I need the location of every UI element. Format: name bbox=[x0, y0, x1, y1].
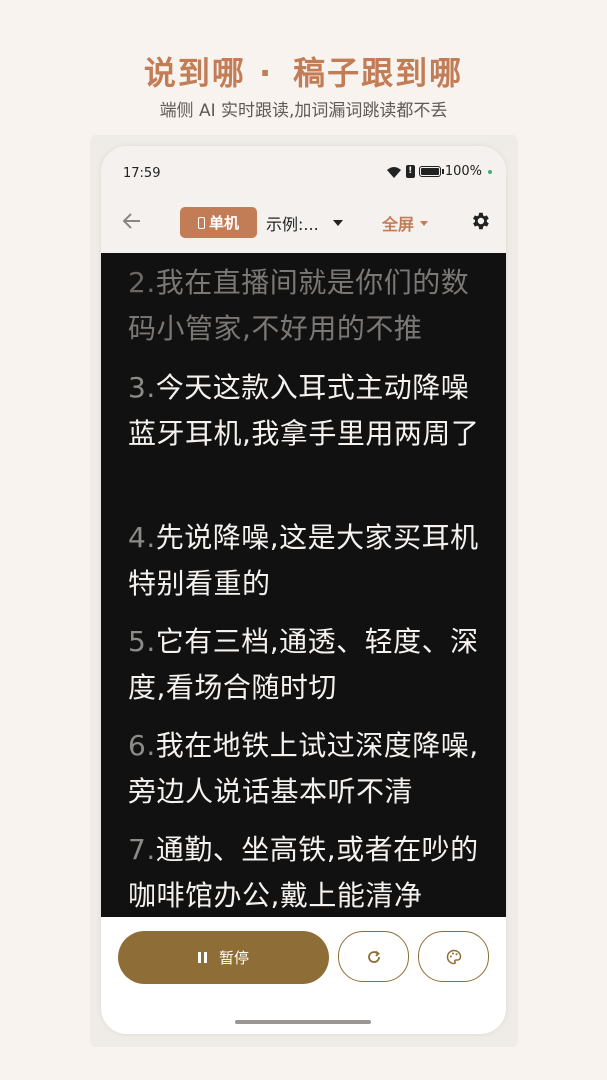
paragraph-7: 7.通勤、坐高铁,或者在吵的咖啡馆办公,戴上能清净 bbox=[128, 827, 488, 917]
paragraph-text: 它有三档,通透、轻度、深度,看场合随时切 bbox=[128, 625, 479, 704]
mode-label: 单机 bbox=[208, 214, 239, 232]
mode-button[interactable]: 单机 bbox=[180, 207, 257, 238]
paragraph-6: 6.我在地铁上试过深度降噪,旁边人说话基本听不清 bbox=[128, 723, 488, 815]
paragraph-4: 4.先说降噪,这是大家买耳机特别看重的 bbox=[128, 515, 488, 607]
control-bar: 暂停 bbox=[101, 917, 506, 1034]
battery-level: 100% bbox=[444, 164, 482, 179]
wifi-icon bbox=[386, 166, 401, 178]
refresh-icon bbox=[367, 950, 380, 963]
chevron-down-icon bbox=[332, 220, 343, 226]
fullscreen-dropdown[interactable]: 全屏 bbox=[382, 210, 429, 236]
paragraph-number: 3. bbox=[128, 371, 156, 404]
phone-icon bbox=[197, 216, 205, 229]
palette-icon bbox=[446, 949, 461, 964]
battery-icon bbox=[418, 166, 444, 177]
chevron-down-icon bbox=[420, 220, 429, 226]
phone-screen: 17:59 ! 100% 单机 示例:... 全屏 2.我在直播间就是你们的数码… bbox=[101, 146, 506, 1034]
paragraph-text: 我在地铁上试过深度降噪,旁边人说话基本听不清 bbox=[128, 729, 479, 808]
gear-icon[interactable] bbox=[469, 210, 491, 232]
status-icons: ! 100% bbox=[386, 164, 492, 179]
promo-headline: 说到哪 · 稿子跟到哪 bbox=[0, 48, 607, 94]
teleprompter-view[interactable]: 2.我在直播间就是你们的数码小管家,不好用的不推 3.今天这款入耳式主动降噪蓝牙… bbox=[101, 253, 506, 917]
paragraph-number: 6. bbox=[128, 729, 156, 762]
headline-part-1: 说到哪 · bbox=[143, 54, 274, 92]
theme-button[interactable] bbox=[418, 931, 489, 982]
status-bar: 17:59 ! 100% bbox=[101, 146, 506, 196]
fullscreen-label: 全屏 bbox=[382, 215, 415, 234]
home-indicator bbox=[235, 1020, 371, 1024]
pause-label: 暂停 bbox=[218, 949, 249, 967]
paragraph-5: 5.它有三档,通透、轻度、深度,看场合随时切 bbox=[128, 619, 488, 711]
paragraph-number: 7. bbox=[128, 833, 156, 866]
paragraph-3: 3.今天这款入耳式主动降噪蓝牙耳机,我拿手里用两周了 bbox=[128, 365, 488, 457]
pause-button[interactable]: 暂停 bbox=[118, 931, 329, 984]
promo-subline: 端侧 AI 实时跟读,加词漏词跳读都不丢 bbox=[159, 101, 448, 121]
headline-part-2: 稿子跟到哪 bbox=[293, 54, 464, 92]
alert-icon: ! bbox=[405, 165, 415, 178]
script-label: 示例:... bbox=[266, 215, 319, 234]
paragraph-number: 5. bbox=[128, 625, 156, 658]
paragraph-2: 2.我在直播间就是你们的数码小管家,不好用的不推 bbox=[128, 260, 488, 352]
privacy-indicator-icon bbox=[488, 169, 492, 174]
paragraph-number: 2. bbox=[128, 266, 156, 299]
paragraph-number: 4. bbox=[128, 521, 156, 554]
toolbar: 单机 示例:... 全屏 bbox=[101, 196, 506, 253]
status-time: 17:59 bbox=[123, 166, 161, 181]
paragraph-text: 今天这款入耳式主动降噪蓝牙耳机,我拿手里用两周了 bbox=[128, 371, 480, 450]
script-dropdown[interactable]: 示例:... bbox=[266, 210, 343, 236]
reset-button[interactable] bbox=[338, 931, 409, 982]
paragraph-text: 通勤、坐高铁,或者在吵的咖啡馆办公,戴上能清净 bbox=[128, 833, 479, 912]
paragraph-text: 我在直播间就是你们的数码小管家,不好用的不推 bbox=[128, 266, 470, 345]
back-arrow-icon[interactable] bbox=[119, 210, 145, 236]
pause-icon bbox=[197, 952, 207, 963]
paragraph-text: 先说降噪,这是大家买耳机特别看重的 bbox=[128, 521, 479, 600]
